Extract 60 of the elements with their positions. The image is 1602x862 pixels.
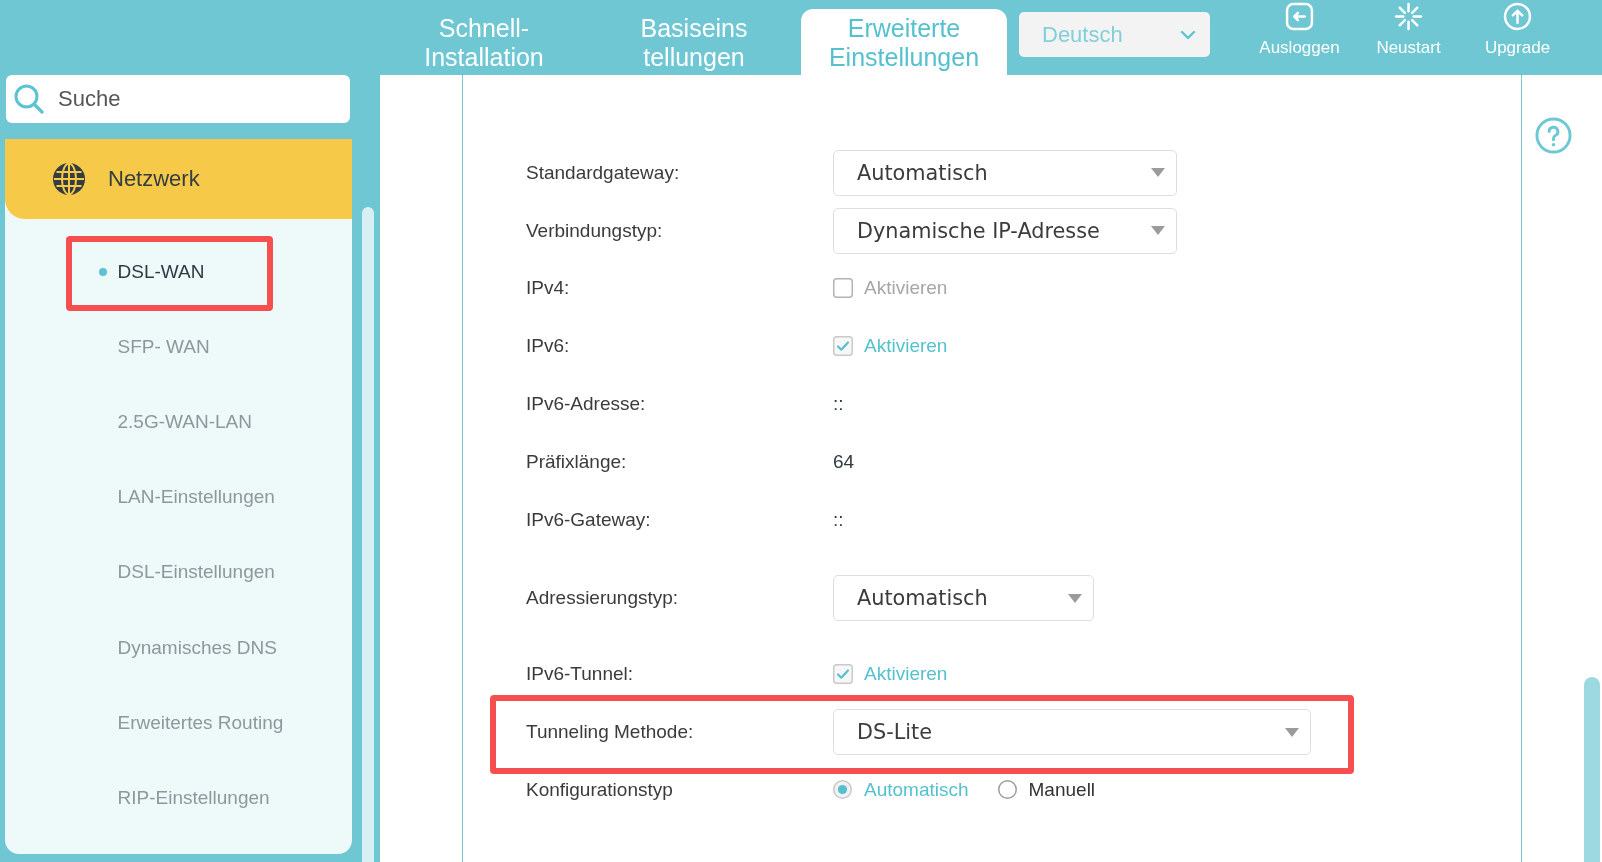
radio-label: Automatisch: [864, 778, 969, 801]
spinner-icon: [1394, 2, 1423, 31]
field-value: 64: [833, 450, 855, 473]
sidebar-item[interactable]: SFP- WAN: [5, 309, 352, 385]
field-label: Tunneling Methode:: [526, 721, 695, 744]
field-value: ::: [833, 508, 844, 531]
search-field[interactable]: Suche: [6, 75, 350, 123]
restart-button[interactable]: Neustart: [1354, 0, 1463, 58]
logout-button[interactable]: Ausloggen: [1245, 0, 1354, 58]
field-value: ::: [833, 393, 844, 416]
help-icon[interactable]: [1535, 117, 1572, 154]
field-label: Verbindungstyp:: [526, 219, 664, 242]
dropdown[interactable]: Automatisch: [833, 149, 1177, 196]
scrollbar[interactable]: [1584, 677, 1600, 862]
dropdown[interactable]: DS-Lite: [833, 709, 1311, 756]
caret-icon: [1285, 727, 1299, 737]
search-input[interactable]: Suche: [58, 86, 338, 112]
sidebar-item[interactable]: 2.5G-WAN-LAN: [5, 384, 352, 460]
sidebar-item[interactable]: Erweitertes Routing: [5, 685, 352, 761]
sidebar-item[interactable]: RIP-Einstellungen: [5, 760, 352, 836]
field-label: Konfigurationstyp: [526, 778, 674, 801]
field-label: IPv6:: [526, 335, 571, 358]
field-label: Standardgateway:: [526, 161, 681, 184]
globe-icon: [52, 162, 86, 196]
caret-icon: [1151, 168, 1165, 178]
caret-icon: [1068, 593, 1082, 603]
field-label: IPv4:: [526, 277, 571, 300]
language-dropdown[interactable]: Deutsch: [1019, 12, 1210, 57]
field-label: IPv6-Adresse:: [526, 393, 647, 416]
radio-label: Manuell: [1028, 778, 1096, 801]
checkbox-label: Aktivieren: [864, 663, 948, 686]
sidebar-item[interactable]: Dynamisches DNS: [5, 609, 352, 686]
sidebar-item[interactable]: LAN-Einstellungen: [5, 459, 352, 535]
up-arrow-circle-icon: [1503, 2, 1532, 31]
caret-icon: [1151, 226, 1165, 236]
field-label: Adressierungstyp:: [526, 587, 680, 610]
chevron-down-icon: [1180, 29, 1196, 40]
nav-tab[interactable]: Schnell- Installation: [381, 9, 587, 75]
checkbox[interactable]: [833, 336, 853, 357]
checkbox-label: Aktivieren: [864, 335, 948, 358]
field-label: IPv6-Tunnel:: [526, 663, 634, 686]
dot-icon: [99, 267, 107, 276]
nav-tab[interactable]: Erweiterte Einstellungen: [801, 9, 1007, 75]
sidebar-item[interactable]: DSL-Einstellungen: [5, 534, 352, 610]
logout-icon: [1285, 2, 1314, 31]
dropdown[interactable]: Automatisch: [833, 575, 1094, 622]
field-label: IPv6-Gateway:: [526, 508, 652, 531]
sidebar-item[interactable]: DSL-WAN: [5, 234, 352, 310]
upgrade-button[interactable]: Upgrade: [1463, 0, 1572, 58]
radio-button[interactable]: [833, 780, 852, 800]
checkbox[interactable]: [833, 278, 853, 299]
radio-button[interactable]: [997, 780, 1017, 800]
field-label: Präfixlänge:: [526, 450, 628, 473]
nav-tab[interactable]: Basiseins tellungen: [591, 9, 797, 75]
scrollbar[interactable]: [362, 207, 374, 862]
menu-section-header[interactable]: Netzwerk: [5, 139, 352, 219]
checkbox-label: Aktivieren: [864, 277, 948, 300]
checkbox[interactable]: [833, 664, 853, 685]
dropdown[interactable]: Dynamische IP-Adresse: [833, 207, 1177, 254]
search-icon: [14, 84, 44, 114]
